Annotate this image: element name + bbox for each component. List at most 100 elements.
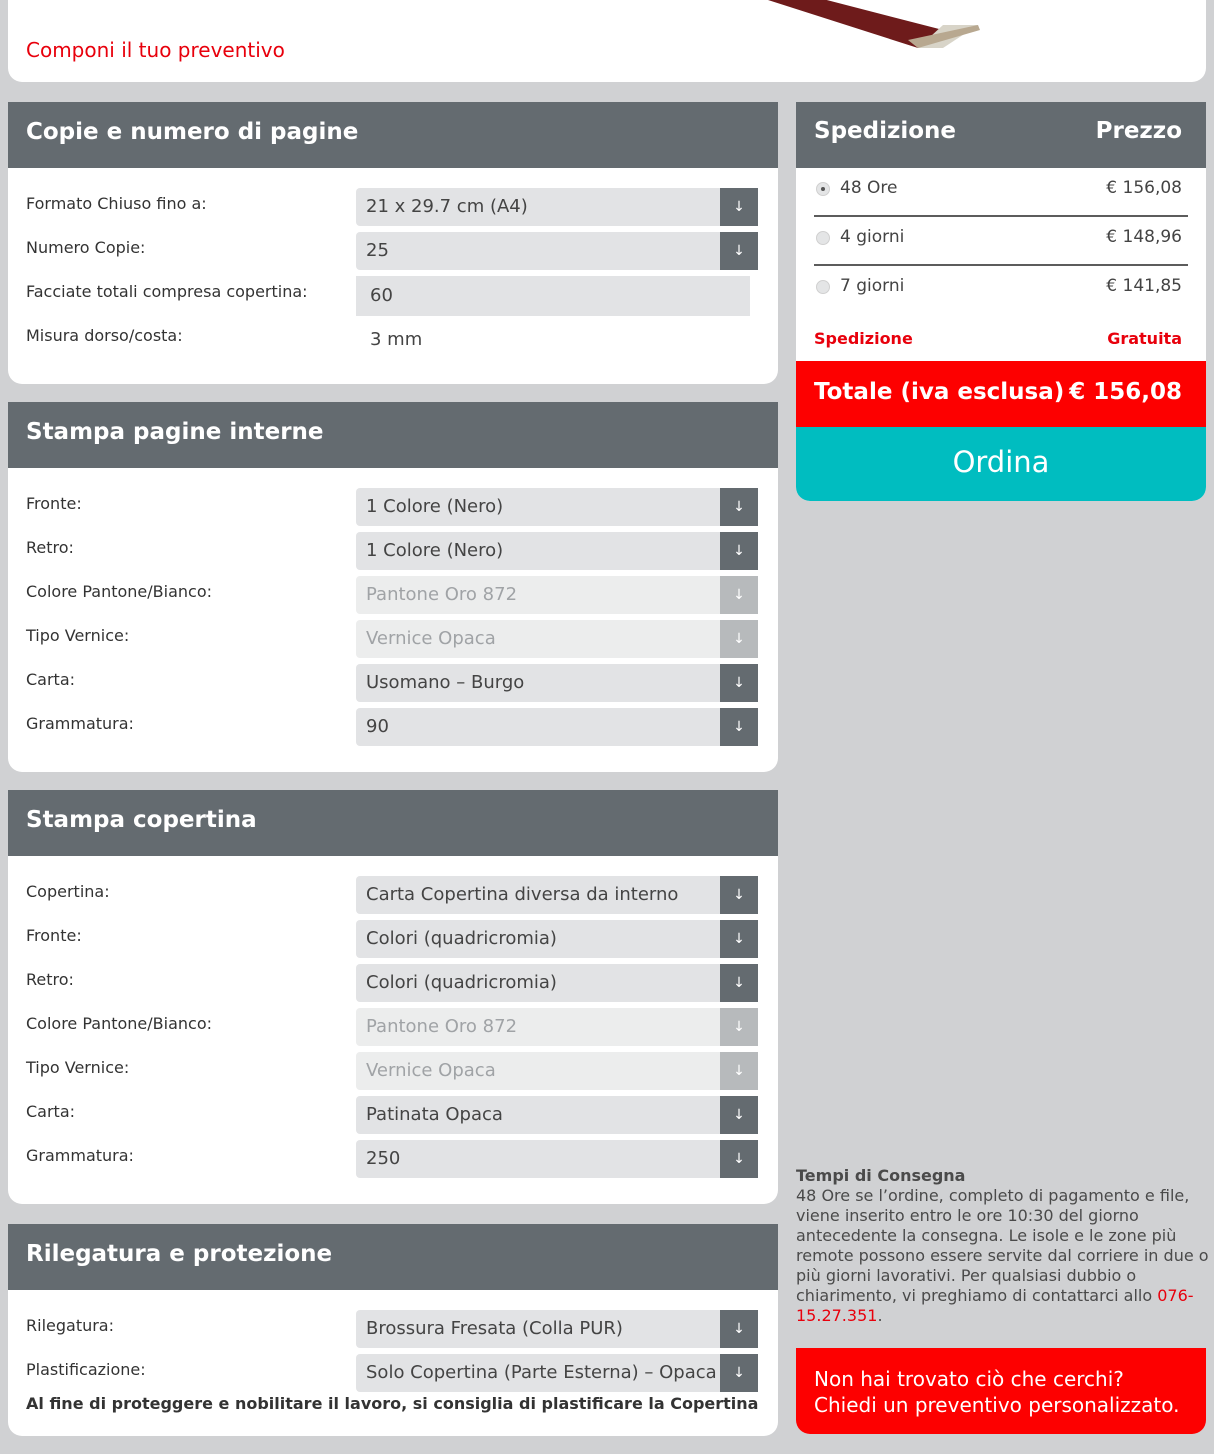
total-label: Totale (iva esclusa) xyxy=(814,379,1065,405)
arrow-down-icon[interactable]: ↓ xyxy=(720,1140,758,1178)
label-grammatura: Grammatura: xyxy=(26,1146,134,1165)
input-facciate[interactable]: 60 xyxy=(356,276,750,316)
label-facciate: Facciate totali compresa copertina: xyxy=(26,282,308,301)
select-numero-copie[interactable]: 25 ↓ xyxy=(356,232,758,270)
row-copertina: Copertina: Carta Copertina diversa da in… xyxy=(8,876,778,920)
select-value: Brossura Fresata (Colla PUR) xyxy=(366,1318,623,1339)
delivery-tail: . xyxy=(877,1306,883,1325)
select-value: 25 xyxy=(366,240,389,261)
row-plastificazione: Plastificazione: Solo Copertina (Parte E… xyxy=(8,1354,778,1398)
row-carta: Carta: Patinata Opaca ↓ xyxy=(8,1096,778,1140)
total-bar: Totale (iva esclusa) € 156,08 xyxy=(796,361,1206,427)
label-vernice: Tipo Vernice: xyxy=(26,1058,130,1077)
label-rilegatura: Rilegatura: xyxy=(26,1316,114,1335)
row-retro: Retro: Colori (quadricromia) ↓ xyxy=(8,964,778,1008)
label-grammatura: Grammatura: xyxy=(26,714,134,733)
select-vernice: Vernice Opaca ↓ xyxy=(356,1052,758,1090)
row-grammatura: Grammatura: 250 ↓ xyxy=(8,1140,778,1184)
label-fronte: Fronte: xyxy=(26,494,82,513)
select-carta[interactable]: Usomano – Burgo ↓ xyxy=(356,664,758,702)
option-name: 48 Ore xyxy=(840,178,898,198)
option-price: € 141,85 xyxy=(1106,276,1182,296)
select-fronte[interactable]: 1 Colore (Nero) ↓ xyxy=(356,488,758,526)
label-fronte: Fronte: xyxy=(26,926,82,945)
select-value: 21 x 29.7 cm (A4) xyxy=(366,196,528,217)
select-plastificazione[interactable]: Solo Copertina (Parte Esterna) – Opaca ↓ xyxy=(356,1354,758,1392)
select-fronte[interactable]: Colori (quadricromia) ↓ xyxy=(356,920,758,958)
arrow-down-icon[interactable]: ↓ xyxy=(720,188,758,226)
book-image xyxy=(768,0,980,48)
label-dorso: Misura dorso/costa: xyxy=(26,326,183,345)
arrow-down-icon[interactable]: ↓ xyxy=(720,708,758,746)
row-numero-copie: Numero Copie: 25 ↓ xyxy=(8,232,778,276)
row-dorso: Misura dorso/costa: 3 mm xyxy=(8,320,778,364)
select-copertina[interactable]: Carta Copertina diversa da interno ↓ xyxy=(356,876,758,914)
label-formato: Formato Chiuso fino a: xyxy=(26,194,207,213)
free-shipping-line: Spedizione Gratuita xyxy=(814,315,1188,361)
select-pantone: Pantone Oro 872 ↓ xyxy=(356,1008,758,1046)
row-retro: Retro: 1 Colore (Nero) ↓ xyxy=(8,532,778,576)
arrow-down-icon[interactable]: ↓ xyxy=(720,232,758,270)
row-fronte: Fronte: 1 Colore (Nero) ↓ xyxy=(8,488,778,532)
select-rilegatura[interactable]: Brossura Fresata (Colla PUR) ↓ xyxy=(356,1310,758,1348)
select-value: 1 Colore (Nero) xyxy=(366,496,504,517)
select-value: Pantone Oro 872 xyxy=(366,584,518,605)
row-grammatura: Grammatura: 90 ↓ xyxy=(8,708,778,752)
select-value: Vernice Opaca xyxy=(366,1060,496,1081)
free-shipping-label: Spedizione xyxy=(814,329,913,348)
custom-quote-button[interactable]: Non hai trovato ciò che cerchi? Chiedi u… xyxy=(796,1348,1206,1434)
total-value: € 156,08 xyxy=(1069,379,1182,405)
shipping-option-48ore[interactable]: 48 Ore € 156,08 xyxy=(814,168,1188,217)
select-value: Patinata Opaca xyxy=(366,1104,503,1125)
arrow-down-icon[interactable]: ↓ xyxy=(720,876,758,914)
radio-button[interactable] xyxy=(816,231,830,245)
row-pantone: Colore Pantone/Bianco: Pantone Oro 872 ↓ xyxy=(8,576,778,620)
label-carta: Carta: xyxy=(26,1102,76,1121)
shipping-option-7giorni[interactable]: 7 giorni € 141,85 xyxy=(814,266,1188,315)
shipping-header: Spedizione Prezzo xyxy=(796,102,1206,168)
panel-rilegatura: Rilegatura e protezione Rilegatura: Bros… xyxy=(8,1224,778,1436)
arrow-down-icon[interactable]: ↓ xyxy=(720,1310,758,1348)
select-value: 90 xyxy=(366,716,389,737)
select-value: Colori (quadricromia) xyxy=(366,972,557,993)
select-grammatura[interactable]: 90 ↓ xyxy=(356,708,758,746)
label-retro: Retro: xyxy=(26,538,74,557)
custom-quote-line1: Non hai trovato ciò che cerchi? xyxy=(814,1367,1124,1391)
panel-title: Stampa copertina xyxy=(8,790,778,856)
arrow-down-icon: ↓ xyxy=(720,1052,758,1090)
select-grammatura[interactable]: 250 ↓ xyxy=(356,1140,758,1178)
option-name: 4 giorni xyxy=(840,227,905,247)
radio-button[interactable] xyxy=(816,182,830,196)
shipping-option-4giorni[interactable]: 4 giorni € 148,96 xyxy=(814,217,1188,266)
select-value: Vernice Opaca xyxy=(366,628,496,649)
select-value: Carta Copertina diversa da interno xyxy=(366,884,679,905)
arrow-down-icon[interactable]: ↓ xyxy=(720,1096,758,1134)
arrow-down-icon[interactable]: ↓ xyxy=(720,664,758,702)
select-retro[interactable]: 1 Colore (Nero) ↓ xyxy=(356,532,758,570)
panel-title: Rilegatura e protezione xyxy=(8,1224,778,1290)
value-dorso: 3 mm xyxy=(370,329,423,350)
row-facciate: Facciate totali compresa copertina: 60 xyxy=(8,276,778,320)
arrow-down-icon[interactable]: ↓ xyxy=(720,488,758,526)
arrow-down-icon[interactable]: ↓ xyxy=(720,532,758,570)
order-button[interactable]: Ordina xyxy=(796,427,1206,501)
option-price: € 148,96 xyxy=(1106,227,1182,247)
label-vernice: Tipo Vernice: xyxy=(26,626,130,645)
arrow-down-icon[interactable]: ↓ xyxy=(720,964,758,1002)
panel-copie: Copie e numero di pagine Formato Chiuso … xyxy=(8,102,778,384)
arrow-down-icon[interactable]: ↓ xyxy=(720,920,758,958)
row-vernice: Tipo Vernice: Vernice Opaca ↓ xyxy=(8,1052,778,1096)
panel-title: Stampa pagine interne xyxy=(8,402,778,468)
select-retro[interactable]: Colori (quadricromia) ↓ xyxy=(356,964,758,1002)
select-carta[interactable]: Patinata Opaca ↓ xyxy=(356,1096,758,1134)
radio-button[interactable] xyxy=(816,280,830,294)
arrow-down-icon[interactable]: ↓ xyxy=(720,1354,758,1392)
header-card: Componi il tuo preventivo xyxy=(8,0,1206,82)
panel-interne: Stampa pagine interne Fronte: 1 Colore (… xyxy=(8,402,778,772)
select-formato[interactable]: 21 x 29.7 cm (A4) ↓ xyxy=(356,188,758,226)
option-price: € 156,08 xyxy=(1106,178,1182,198)
delivery-text: 48 Ore se l’ordine, completo di pagament… xyxy=(796,1186,1209,1305)
delivery-heading: Tempi di Consegna xyxy=(796,1166,966,1185)
delivery-info: Tempi di Consegna 48 Ore se l’ordine, co… xyxy=(796,1166,1210,1326)
row-fronte: Fronte: Colori (quadricromia) ↓ xyxy=(8,920,778,964)
